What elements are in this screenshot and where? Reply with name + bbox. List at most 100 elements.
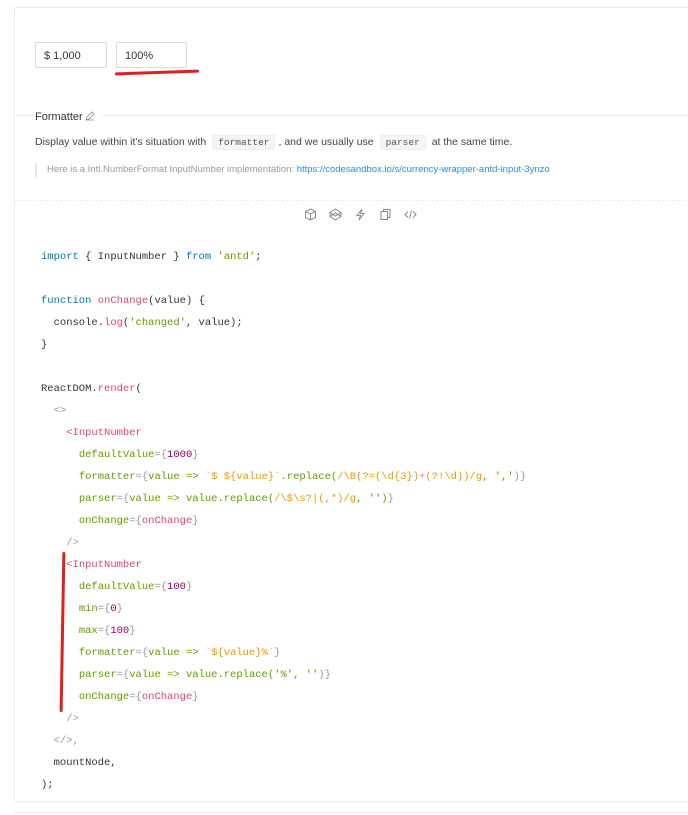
- code-token: 'changed': [129, 317, 186, 329]
- thunder-icon[interactable]: [353, 207, 367, 221]
- code-token: ={: [129, 691, 142, 703]
- note-text: Here is a Intl.NumberFormat InputNumber …: [47, 164, 295, 175]
- demo-title-text: Formatter: [35, 111, 83, 123]
- code-token: }: [116, 603, 123, 615]
- code-token: }: [387, 493, 394, 505]
- code-token: onChange: [78, 515, 130, 527]
- code-token: }: [129, 625, 136, 637]
- code-token: 1000: [167, 449, 193, 461]
- code-token: />: [41, 713, 79, 725]
- codesandbox-icon[interactable]: [303, 207, 317, 221]
- code-token: <InputNumber: [66, 427, 142, 439]
- code-token: }: [192, 691, 199, 703]
- code-token: ;: [255, 251, 262, 263]
- code-token: }: [185, 581, 193, 593]
- code-token: min: [78, 603, 98, 615]
- code-token: from: [185, 251, 212, 263]
- code-token: ={: [154, 449, 168, 461]
- code-token: ={: [135, 647, 149, 659]
- code-line: formatter={value => `${value}%`}: [41, 642, 526, 664]
- code-token: mountNode,: [41, 757, 117, 769]
- code-token: { InputNumber }: [78, 251, 186, 263]
- code-line: />: [41, 708, 526, 730]
- code-token: ={: [129, 515, 142, 527]
- code-token: }: [192, 449, 199, 461]
- code-token: 'antd': [217, 251, 256, 263]
- codepen-icon[interactable]: [328, 207, 342, 221]
- code-token: formatter: [78, 647, 136, 659]
- code-token: onChange: [78, 691, 130, 703]
- code-token: render: [97, 383, 136, 395]
- code-token: value => value.replace(: [129, 493, 275, 505]
- code-token: max: [78, 625, 98, 637]
- code-token: /\$\s?|(,*)/g: [274, 493, 357, 505]
- implementation-note: Here is a Intl.NumberFormat InputNumber …: [35, 163, 550, 177]
- section-divider: [15, 115, 688, 116]
- code-line: }: [41, 334, 526, 356]
- actions-divider: [15, 200, 688, 201]
- code-line: import { InputNumber } from 'antd';: [41, 246, 526, 268]
- code-token: , ',': [482, 471, 514, 483]
- red-underline-annotation: [114, 69, 200, 76]
- code-line: min={0}: [41, 598, 526, 620]
- code-token: ={: [97, 603, 111, 615]
- code-token: value =>: [148, 647, 205, 659]
- percent-input-number[interactable]: 100%: [116, 42, 187, 68]
- desc-text-3: at the same time.: [431, 136, 513, 148]
- code-token: ={: [116, 493, 130, 505]
- code-line: parser={value => value.replace(/\$\s?|(,…: [41, 488, 526, 510]
- code-token: }: [274, 647, 281, 659]
- code-token: '%', '': [274, 669, 319, 681]
- code-line: );: [41, 774, 526, 796]
- code-line: <>: [41, 400, 526, 422]
- code-line: parser={value => value.replace('%', '')}: [41, 664, 526, 686]
- code-token: onChange: [141, 691, 193, 703]
- code-token: ={: [97, 625, 111, 637]
- code-line: </>,: [41, 730, 526, 752]
- code-line: onChange={onChange}: [41, 510, 526, 532]
- code-line: onChange={onChange}: [41, 686, 526, 708]
- code-line: <InputNumber: [41, 554, 526, 576]
- code-token: <>: [41, 405, 67, 417]
- code-token: log: [104, 317, 123, 329]
- code-expand-icon[interactable]: [403, 207, 417, 221]
- code-token: ={: [135, 471, 149, 483]
- code-token: )}: [318, 669, 331, 681]
- code-token: />: [41, 537, 79, 549]
- bottom-divider: [14, 812, 688, 813]
- code-token: </>,: [41, 735, 79, 747]
- code-line: defaultValue={100}: [41, 576, 526, 598]
- codesandbox-link[interactable]: https://codesandbox.io/s/currency-wrappe…: [297, 164, 550, 175]
- code-token: function: [41, 295, 92, 307]
- code-token: onChange: [97, 295, 149, 307]
- demo-title: Formatter: [35, 111, 101, 124]
- code-line: />: [41, 532, 526, 554]
- code-line: defaultValue={1000}: [41, 444, 526, 466]
- edit-icon[interactable]: [85, 111, 95, 124]
- code-token: , ''): [356, 493, 388, 505]
- desc-text-1: Display value within it's situation with: [35, 136, 207, 148]
- code-line: max={100}: [41, 620, 526, 642]
- code-token: );: [41, 779, 54, 791]
- code-token: `$ ${value}`: [204, 471, 281, 483]
- code-parser: parser: [379, 135, 426, 150]
- currency-input-number[interactable]: $ 1,000: [35, 42, 107, 68]
- code-line: <InputNumber: [41, 422, 526, 444]
- code-token: value => value.replace(: [129, 669, 275, 681]
- code-token: /\B(?=(\d{3})+(?!\d))/g: [337, 471, 483, 483]
- copy-icon[interactable]: [378, 207, 392, 221]
- code-line: function onChange(value) {: [41, 290, 526, 312]
- code-token: ={: [116, 669, 130, 681]
- code-token: (value) {: [148, 295, 205, 307]
- code-token: parser: [78, 493, 117, 505]
- code-line: formatter={value => `$ ${value}`.replace…: [41, 466, 526, 488]
- code-token: 100: [167, 581, 186, 593]
